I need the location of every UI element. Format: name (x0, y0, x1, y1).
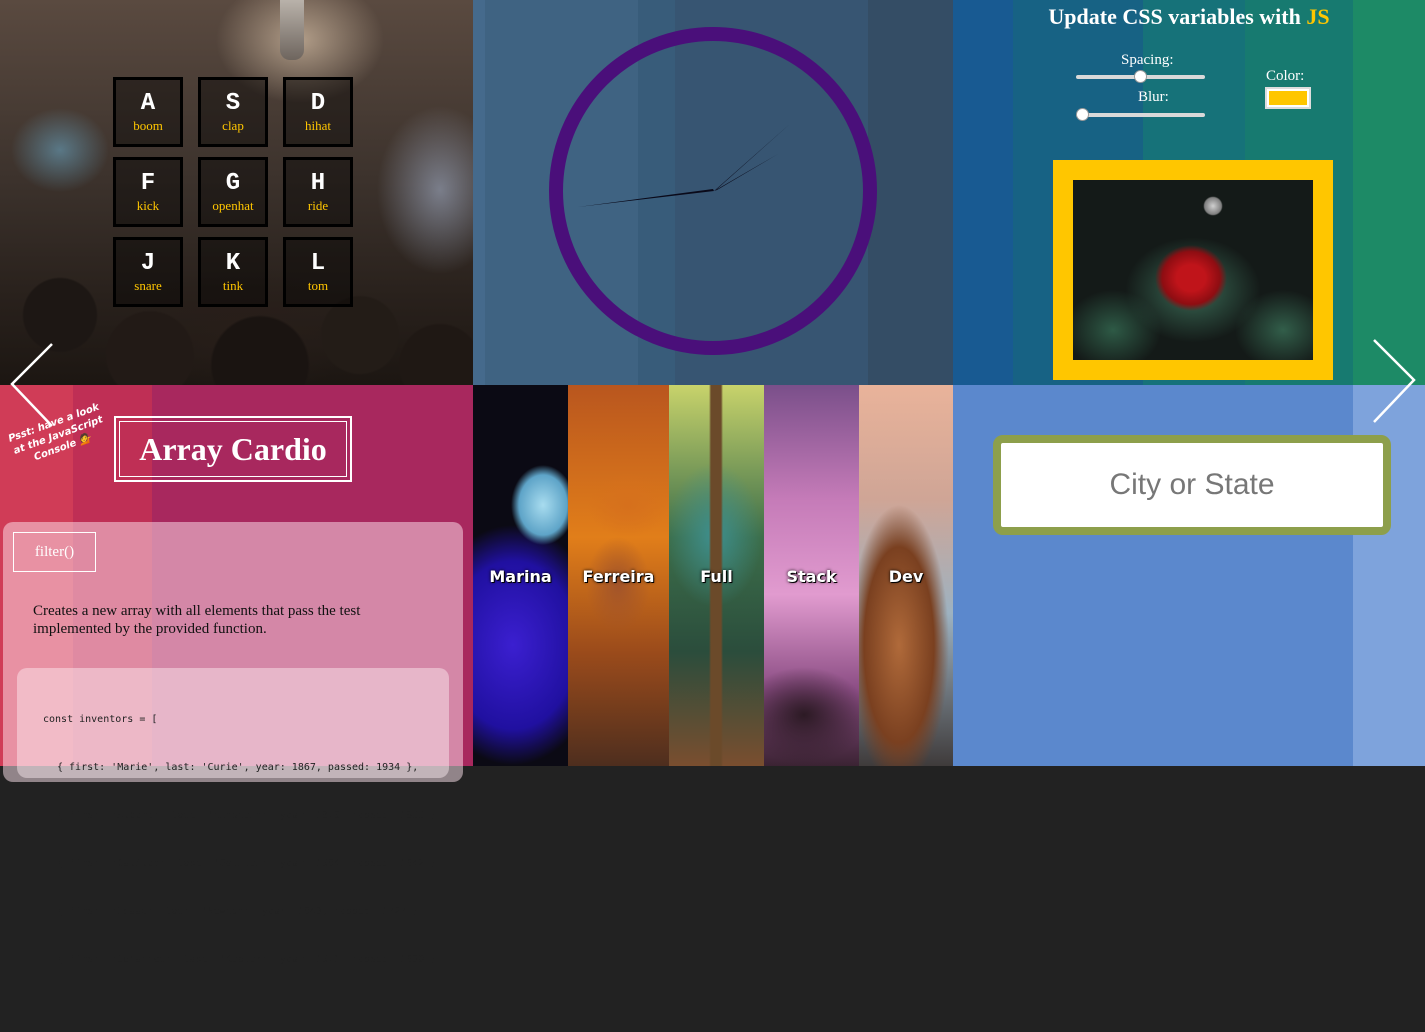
method-description: Creates a new array with all elements th… (33, 603, 361, 637)
key-sound: openhat (212, 198, 254, 213)
code-line: { first: 'Johannes', last: 'Kepler', yea… (57, 954, 437, 965)
css-variables-title: Update CSS variables with JS (953, 4, 1425, 30)
chevron-right-icon[interactable] (1370, 336, 1420, 426)
panel-label: Dev (888, 567, 924, 586)
key-sound: hihat (305, 118, 331, 133)
key-sound: tink (222, 278, 244, 293)
key-letter: F (140, 170, 156, 197)
key-sound: boom (133, 118, 163, 133)
color-swatch (1269, 91, 1307, 105)
spacing-label: Spacing: (1121, 52, 1174, 68)
blur-slider-thumb[interactable] (1076, 108, 1089, 121)
image-frame (1053, 160, 1333, 380)
blur-slider[interactable] (1076, 108, 1205, 121)
drum-key-g[interactable]: Gopenhat (198, 157, 268, 227)
drum-key-d[interactable]: Dhihat (283, 77, 353, 147)
rose-image (1073, 180, 1313, 360)
key-sound: ride (307, 198, 329, 213)
key-letter: D (310, 90, 326, 117)
key-letter: A (140, 90, 156, 117)
filter-method-button[interactable]: filter() (13, 532, 96, 572)
code-line: { first: 'Galileo', last: 'Galilei', yea… (57, 858, 443, 869)
flex-panels-tile[interactable]: Marina Ferreira Full Stack Dev (473, 385, 953, 766)
array-cardio-title: Array Cardio (114, 416, 352, 482)
clock (549, 27, 877, 355)
key-sound: snare (134, 278, 162, 293)
spacing-slider-thumb[interactable] (1134, 70, 1147, 83)
chevron-left-icon[interactable] (6, 340, 56, 430)
title-accent: JS (1306, 4, 1330, 29)
type-ahead-tile[interactable] (953, 385, 1425, 766)
panel-label: Ferreira (582, 567, 655, 586)
code-line: { first: 'Marie', last: 'Curie', year: 1… (57, 762, 419, 773)
flex-panel[interactable]: Stack (764, 385, 859, 766)
key-letter: K (225, 250, 241, 277)
drum-key-l[interactable]: Ltom (283, 237, 353, 307)
key-letter: H (310, 170, 326, 197)
drum-key-f[interactable]: Fkick (113, 157, 183, 227)
title-text: Update CSS variables with (1048, 4, 1307, 29)
drum-key-s[interactable]: Sclap (198, 77, 268, 147)
key-letter: J (140, 250, 156, 277)
code-sample: const inventors = [ { first: 'Marie', la… (17, 668, 449, 1013)
key-letter: L (310, 250, 326, 277)
drum-key-h[interactable]: Hride (283, 157, 353, 227)
minute-hand (714, 154, 778, 191)
key-sound: clap (222, 118, 244, 133)
panel-label: Stack (786, 567, 837, 586)
key-letter: S (225, 90, 241, 117)
base-color-picker[interactable] (1265, 87, 1311, 109)
panel-label: Marina (489, 567, 552, 586)
flex-panel[interactable]: Full (669, 385, 764, 766)
drum-kit-tile[interactable]: Aboom Sclap Dhihat Fkick Gopenhat Hride … (0, 0, 473, 385)
second-hand (578, 189, 714, 207)
spacing-slider[interactable] (1076, 70, 1205, 83)
key-sound: kick (136, 198, 160, 213)
drum-keys: Aboom Sclap Dhihat Fkick Gopenhat Hride … (113, 77, 353, 307)
drum-key-j[interactable]: Jsnare (113, 237, 183, 307)
flex-panel[interactable]: Dev (859, 385, 953, 766)
stage-light (280, 0, 304, 60)
blur-label: Blur: (1138, 89, 1169, 105)
key-letter: G (225, 170, 241, 197)
city-state-search-input[interactable] (1001, 443, 1383, 527)
flex-panel[interactable]: Ferreira (568, 385, 669, 766)
code-line: ]; (43, 1002, 56, 1013)
hour-hand (714, 123, 791, 191)
panel-label: Full (700, 567, 733, 586)
search-box (993, 435, 1391, 535)
code-line: { first: 'Isaac', last: 'Newton', year: … (57, 906, 425, 917)
flex-panel[interactable]: Marina (473, 385, 568, 766)
css-variables-tile[interactable]: Update CSS variables with JS Spacing: Bl… (953, 0, 1425, 385)
key-sound: tom (307, 278, 329, 293)
code-line: { first: 'Albert', last: 'Einstein', yea… (57, 810, 443, 821)
drum-key-a[interactable]: Aboom (113, 77, 183, 147)
color-label: Color: (1266, 68, 1305, 84)
drum-key-k[interactable]: Ktink (198, 237, 268, 307)
code-line: const inventors = [ (43, 714, 158, 725)
clock-tile[interactable] (473, 0, 953, 385)
